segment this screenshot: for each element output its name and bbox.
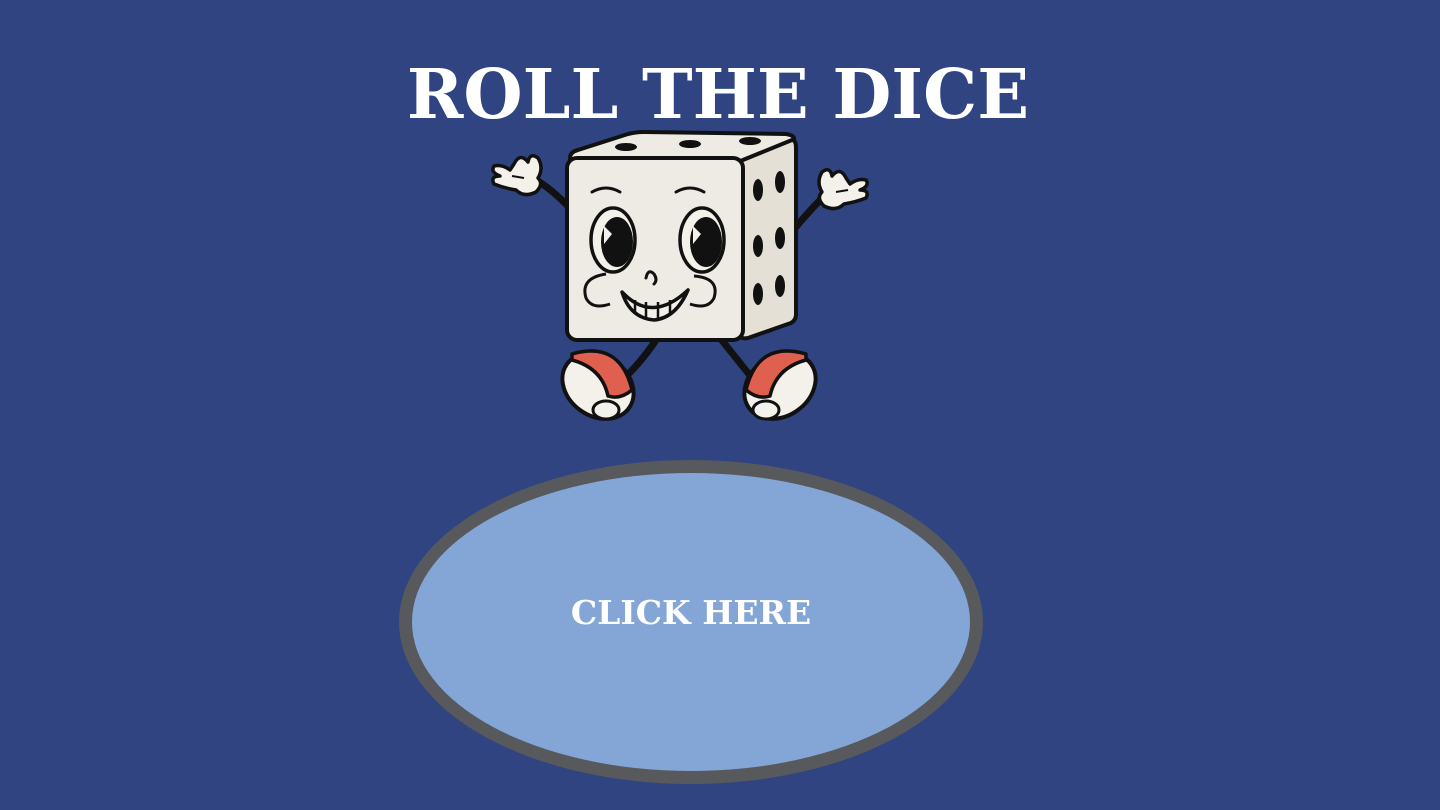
dice-mascot-icon <box>491 130 869 421</box>
game-screen: ROLL THE DICE CLICK HERE <box>0 0 1440 810</box>
left-glove <box>491 154 543 197</box>
game-title: ROLL THE DICE <box>406 55 1030 135</box>
roll-dice-button[interactable]: CLICK HERE <box>399 460 983 784</box>
roll-dice-button-label: CLICK HERE <box>570 592 812 632</box>
left-shoe <box>560 349 636 421</box>
right-shoe <box>742 349 818 421</box>
right-glove <box>817 168 869 211</box>
